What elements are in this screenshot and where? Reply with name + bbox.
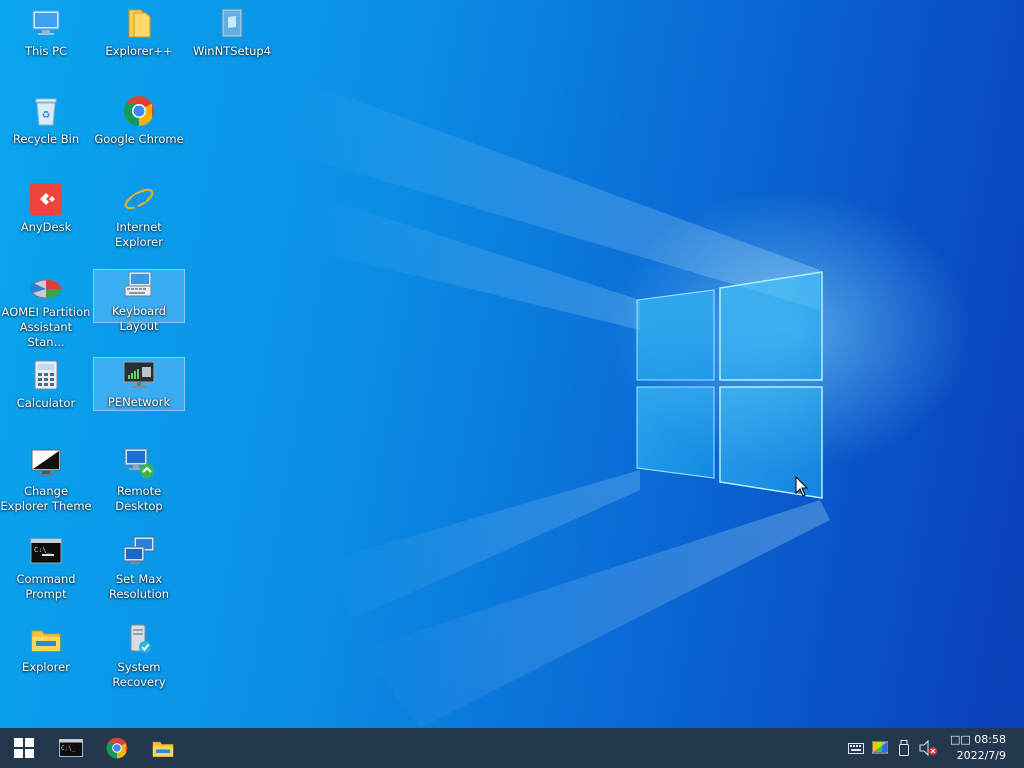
desktop-icon-penetwork[interactable]: PENetwork [93,357,185,411]
desktop-icon-label: Explorer++ [105,44,173,58]
svg-text:♻: ♻ [42,110,51,121]
desktop-icon-label: AOMEI Partition Assistant Stan... [1,305,91,349]
desktop-icon-recycle-bin[interactable]: ♻ Recycle Bin [0,88,92,168]
desktop-icon-anydesk[interactable]: AnyDesk [0,176,92,256]
theme-icon [29,446,63,480]
desktop-icon-internet-explorer[interactable]: e Internet Explorer [93,176,185,256]
start-button[interactable] [0,728,48,768]
remote-desktop-icon [122,446,156,480]
desktop-icon-explorer-plus-plus[interactable]: Explorer++ [93,0,185,80]
keyboard-icon [848,742,865,754]
color-icon [872,741,889,754]
desktop-icon-command-prompt[interactable]: C:\_ Command Prompt [0,528,92,614]
recovery-icon [122,622,156,656]
desktop-icon-label: Set Max Resolution [108,572,170,601]
calculator-icon [29,358,63,392]
desktop-icon-label: Google Chrome [94,132,184,146]
cmd-icon: C:\_ [29,534,63,568]
tray-keyboard-button[interactable] [844,728,868,768]
tray-usb-button[interactable] [892,728,916,768]
mouse-cursor [795,476,809,497]
recycle-bin-icon: ♻ [29,94,63,128]
svg-text:e: e [131,185,148,215]
internet-explorer-icon: e [122,182,156,216]
anydesk-icon [29,182,63,216]
system-tray: □□ 08:58 2022/7/9 [844,728,1024,768]
this-pc-icon [29,6,63,40]
desktop-icon-label: Change Explorer Theme [0,484,92,513]
desktop[interactable]: This PC ♻ Recycle Bin AnyDesk AOMEI Part… [0,0,1024,728]
cmd-icon: C:\_ [59,739,83,757]
desktop-icon-label: Command Prompt [16,572,76,601]
desktop-icon-label: Internet Explorer [115,220,163,249]
desktop-icon-label: PENetwork [107,395,171,409]
desktop-icon-keyboard-layout[interactable]: Keyboard Layout [93,269,185,333]
desktop-icon-aomei[interactable]: AOMEI Partition Assistant Stan... [0,264,92,350]
explorer-icon [29,622,63,656]
desktop-icon-google-chrome[interactable]: Google Chrome [93,88,185,168]
clock-time: □□ 08:58 [950,733,1006,746]
desktop-icon-explorer[interactable]: Explorer [0,616,92,696]
svg-text:C:\_: C:\_ [34,546,52,554]
desktop-icon-label: Recycle Bin [12,132,80,146]
desktop-icon-label: Remote Desktop [115,484,163,513]
explorer-icon [152,741,174,757]
usb-icon [899,740,910,756]
taskbar-explorer-button[interactable] [140,728,186,768]
start-icon [14,738,34,758]
desktop-icon-label: WinNTSetup4 [192,44,272,58]
keyboard-icon [122,270,156,300]
desktop-icon-change-explorer-theme[interactable]: Change Explorer Theme [0,440,92,526]
chrome-icon [122,94,156,128]
svg-text:C:\_: C:\_ [61,745,76,752]
folder-icon [122,6,156,40]
chrome-icon [106,737,128,759]
desktop-icon-calculator[interactable]: Calculator [0,352,92,432]
winntsetup-icon [215,6,249,40]
desktop-icon-remote-desktop[interactable]: Remote Desktop [93,440,185,520]
desktop-icon-winntsetup4[interactable]: WinNTSetup4 [186,0,278,80]
network-icon [122,358,156,391]
clock-date: 2022/7/9 [956,749,1006,762]
desktop-icon-system-recovery[interactable]: System Recovery [93,616,185,696]
desktop-icon-label: System Recovery [112,660,166,689]
desktop-icon-label: This PC [24,44,68,58]
taskbar-clock[interactable]: □□ 08:58 2022/7/9 [940,732,1024,764]
desktop-icon-label: AnyDesk [20,220,72,234]
desktop-icon-label: Explorer [22,660,70,674]
tray-volume-button[interactable] [916,728,940,768]
taskbar-cmd-button[interactable]: C:\_ [48,728,94,768]
resolution-icon [122,534,156,568]
aomei-icon [29,270,63,301]
desktop-icon-label: Calculator [16,396,76,410]
desktop-icon-label: Keyboard Layout [111,304,167,333]
taskbar: C:\_ □□ 08:58 2022/7/9 [0,728,1024,768]
taskbar-chrome-button[interactable] [94,728,140,768]
desktop-icon-set-max-resolution[interactable]: Set Max Resolution [93,528,185,614]
volume-muted-icon [919,740,938,756]
desktop-icon-this-pc[interactable]: This PC [0,0,92,80]
tray-color-button[interactable] [868,728,892,768]
